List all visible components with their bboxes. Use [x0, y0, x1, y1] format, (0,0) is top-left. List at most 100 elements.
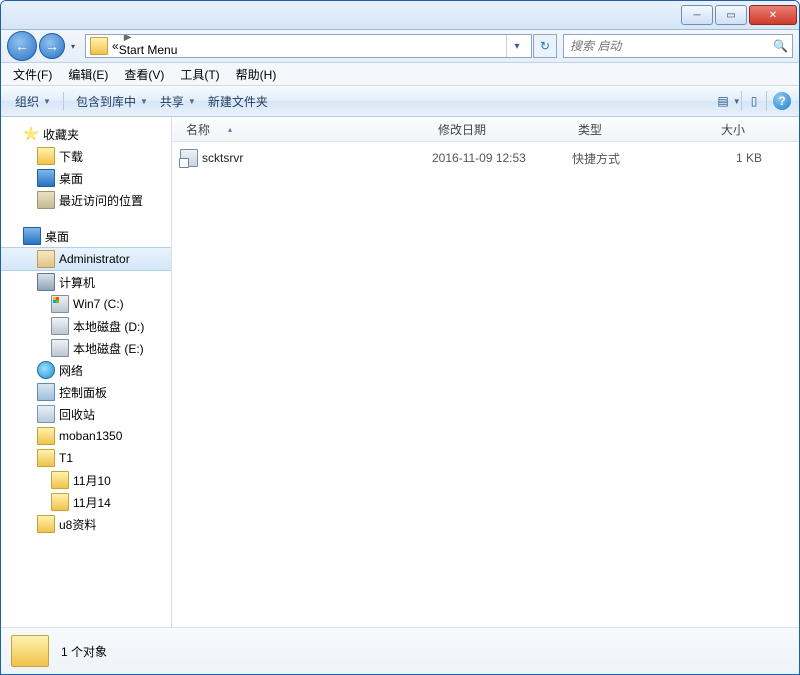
search-input[interactable]: [568, 38, 773, 54]
navpane-c[interactable]: Win7 (C:): [1, 293, 171, 315]
folder-icon: [37, 449, 55, 467]
tree-item-label: 计算机: [59, 274, 95, 291]
file-list[interactable]: scktsrvr 2016-11-09 12:53快捷方式1 KB: [172, 142, 799, 627]
tree-item-label: Administrator: [59, 252, 130, 266]
file-row[interactable]: scktsrvr 2016-11-09 12:53快捷方式1 KB: [172, 148, 799, 168]
user-icon: [37, 250, 55, 268]
drive-icon: [51, 317, 69, 335]
search-icon: 🔍: [773, 39, 788, 53]
back-button[interactable]: ←: [7, 31, 37, 61]
folder-icon: [37, 147, 55, 165]
tree-item-label: 桌面: [59, 170, 83, 187]
comp-icon: [37, 273, 55, 291]
maximize-button[interactable]: ▭: [715, 5, 747, 25]
navpane-desktop-root[interactable]: 桌面: [1, 225, 171, 247]
navpane-downloads[interactable]: 下载: [1, 145, 171, 167]
navpane-cpl[interactable]: 控制面板: [1, 381, 171, 403]
menubar: 文件(F)编辑(E)查看(V)工具(T)帮助(H): [1, 63, 799, 86]
navpane-nov14[interactable]: 11月14: [1, 491, 171, 513]
menu-view[interactable]: 查看(V): [116, 64, 172, 85]
folder-icon: [51, 493, 69, 511]
net-icon: [37, 361, 55, 379]
tree-item-label: 11月10: [73, 472, 111, 489]
minimize-button[interactable]: ─: [681, 5, 713, 25]
forward-button[interactable]: →: [39, 33, 65, 59]
sort-indicator-icon: ▴: [228, 125, 232, 134]
breadcrumb-separator-icon: ▶: [119, 34, 137, 43]
help-button[interactable]: ?: [773, 92, 791, 110]
drive-win-icon: [51, 295, 69, 313]
column-type[interactable]: 类型: [572, 121, 682, 138]
folder-icon: [51, 471, 69, 489]
details-pane: 1 个对象: [1, 627, 799, 674]
file-size: 1 KB: [682, 151, 778, 165]
cpl-icon: [37, 383, 55, 401]
tree-item-label: 本地磁盘 (E:): [73, 340, 144, 357]
breadcrumb-segment[interactable]: Start Menu: [119, 43, 178, 57]
navpane-desktop[interactable]: 桌面: [1, 167, 171, 189]
navpane-admin[interactable]: Administrator: [1, 247, 171, 271]
menu-tools[interactable]: 工具(T): [172, 64, 227, 85]
preview-pane-button[interactable]: ▯: [744, 92, 764, 110]
column-name[interactable]: 名称▴: [180, 121, 432, 138]
navpane-e[interactable]: 本地磁盘 (E:): [1, 337, 171, 359]
desktop-icon: [37, 169, 55, 187]
file-name: scktsrvr: [202, 151, 243, 165]
navpane-favorites[interactable]: 收藏夹: [1, 123, 171, 145]
search-box[interactable]: 🔍: [563, 34, 793, 58]
folder-icon: [90, 37, 108, 55]
navpane-u8[interactable]: u8资料: [1, 513, 171, 535]
nav-history-dropdown[interactable]: ▾: [67, 42, 79, 51]
folder-icon: [11, 635, 49, 667]
navpane-bin[interactable]: 回收站: [1, 403, 171, 425]
fav-icon: [23, 126, 39, 142]
navpane-computer[interactable]: 计算机: [1, 271, 171, 293]
titlebar[interactable]: ─ ▭ ✕: [1, 1, 799, 30]
navpane-t1[interactable]: T1: [1, 447, 171, 469]
navpane-recent[interactable]: 最近访问的位置: [1, 189, 171, 211]
breadcrumb-prefix: «: [112, 39, 119, 53]
desktop-icon: [23, 227, 41, 245]
command-bar: 组织▼ 包含到库中▼ 共享▼ 新建文件夹 ▤▼ ▯ ?: [1, 86, 799, 117]
shortcut-icon: [180, 149, 198, 167]
tree-item-label: 本地磁盘 (D:): [73, 318, 144, 335]
file-date: 2016-11-09 12:53: [432, 151, 572, 165]
tree-item-label: 11月14: [73, 494, 111, 511]
content-area: 名称▴ 修改日期 类型 大小 scktsrvr 2016-11-09 12:53快…: [172, 117, 799, 627]
tree-item-label: T1: [59, 451, 73, 465]
address-bar[interactable]: « ▶Microsoft▶Windows▶Start Menu▶程序▶启动 ▾: [85, 34, 532, 58]
tree-item-label: 桌面: [45, 228, 69, 245]
navigation-pane[interactable]: 收藏夹下载桌面最近访问的位置桌面Administrator计算机Win7 (C:…: [1, 117, 172, 627]
include-in-library-button[interactable]: 包含到库中▼: [70, 90, 154, 113]
column-headers[interactable]: 名称▴ 修改日期 类型 大小: [172, 117, 799, 142]
menu-file[interactable]: 文件(F): [5, 64, 60, 85]
navpane-d[interactable]: 本地磁盘 (D:): [1, 315, 171, 337]
tree-item-label: moban1350: [59, 429, 122, 443]
new-folder-button[interactable]: 新建文件夹: [202, 90, 274, 113]
recent-icon: [37, 191, 55, 209]
tree-item-label: 最近访问的位置: [59, 192, 143, 209]
explorer-window: ─ ▭ ✕ ← → ▾ « ▶Microsoft▶Windows▶Start M…: [0, 0, 800, 675]
menu-edit[interactable]: 编辑(E): [60, 64, 116, 85]
bin-icon: [37, 405, 55, 423]
close-button[interactable]: ✕: [749, 5, 797, 25]
navpane-nov10[interactable]: 11月10: [1, 469, 171, 491]
navpane-moban[interactable]: moban1350: [1, 425, 171, 447]
views-button[interactable]: ▤▼: [719, 92, 739, 110]
tree-item-label: 下载: [59, 148, 83, 165]
file-type: 快捷方式: [572, 150, 682, 167]
refresh-button[interactable]: ↻: [533, 34, 557, 58]
tree-item-label: 网络: [59, 362, 83, 379]
organize-button[interactable]: 组织▼: [9, 90, 57, 113]
folder-icon: [37, 427, 55, 445]
tree-item-label: Win7 (C:): [73, 297, 124, 311]
address-dropdown[interactable]: ▾: [506, 35, 527, 57]
column-date[interactable]: 修改日期: [432, 121, 572, 138]
share-button[interactable]: 共享▼: [154, 90, 202, 113]
navpane-network[interactable]: 网络: [1, 359, 171, 381]
menu-help[interactable]: 帮助(H): [228, 64, 285, 85]
folder-icon: [37, 515, 55, 533]
column-size[interactable]: 大小: [682, 121, 762, 138]
tree-item-label: u8资料: [59, 516, 96, 533]
tree-item-label: 收藏夹: [43, 126, 79, 143]
